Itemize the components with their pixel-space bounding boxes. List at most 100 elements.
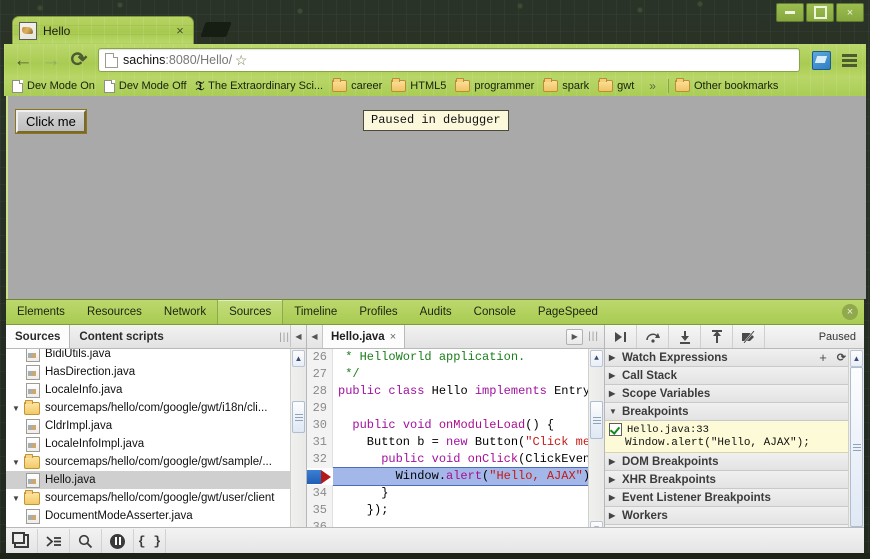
tab-sources-list[interactable]: Sources (6, 325, 71, 348)
scrollbar-thumb[interactable] (590, 401, 603, 439)
folder-icon (332, 78, 348, 92)
forward-icon[interactable]: → (38, 47, 64, 73)
maximize-button[interactable] (806, 3, 834, 22)
other-bookmarks-item[interactable]: Other bookmarks (673, 78, 785, 92)
scrollbar-thumb[interactable] (850, 367, 863, 527)
tab-sources[interactable]: Sources (217, 300, 284, 324)
more-tabs-icon[interactable]: ▶ (566, 328, 584, 345)
editor-vertical-scrollbar[interactable]: ▲ ▼ (588, 349, 604, 539)
address-bar[interactable]: sachins:8080/Hello/ ☆ (98, 48, 800, 72)
chevron-down-icon: ▼ (609, 407, 617, 416)
tab-audits[interactable]: Audits (409, 300, 463, 324)
bookmark-label: The Extraordinary Sci... (208, 80, 324, 92)
chevron-down-icon[interactable]: ▼ (12, 404, 24, 413)
tab-elements[interactable]: Elements (6, 300, 76, 324)
tab-pagespeed[interactable]: PageSpeed (527, 300, 609, 324)
pretty-print-icon[interactable]: { } (134, 528, 166, 554)
chrome-menu-icon[interactable] (838, 49, 860, 71)
bookmark-item[interactable]: Dev Mode Off (102, 79, 194, 93)
reload-icon[interactable]: ⟳ (66, 47, 92, 73)
close-icon[interactable]: × (390, 331, 396, 343)
search-icon[interactable] (70, 528, 102, 554)
step-over-next-call-icon[interactable] (637, 325, 669, 348)
tree-item-file[interactable]: DocumentModeAsserter.java (6, 507, 306, 525)
pause-on-exceptions-icon[interactable] (102, 528, 134, 554)
section-watch-expressions[interactable]: ▶ Watch Expressions + ⟳ (605, 349, 864, 367)
close-icon[interactable]: × (173, 24, 187, 38)
section-breakpoints[interactable]: ▼ Breakpoints (605, 403, 864, 421)
tree-item-file-hello-java[interactable]: Hello.java (6, 471, 306, 489)
step-out-of-function-icon[interactable] (701, 325, 733, 348)
tab-network[interactable]: Network (153, 300, 217, 324)
tab-console[interactable]: Console (463, 300, 527, 324)
close-devtools-icon[interactable]: × (842, 304, 858, 320)
editor-tab-hello-java[interactable]: Hello.java × (323, 325, 406, 348)
click-me-button[interactable]: Click me (15, 109, 87, 134)
close-window-button[interactable]: × (836, 3, 864, 22)
section-call-stack[interactable]: ▶ Call Stack (605, 367, 864, 385)
bookmark-star-icon[interactable]: ☆ (232, 52, 250, 69)
page-info-icon[interactable] (105, 52, 118, 68)
tree-item-file[interactable]: BidiUtils.java (6, 349, 306, 363)
resize-grip-icon[interactable]: ||| (588, 331, 599, 342)
chevron-down-icon[interactable]: ▼ (12, 458, 24, 467)
tree-item-file[interactable]: CldrImpl.java (6, 417, 306, 435)
section-label: Scope Variables (622, 387, 711, 400)
step-into-next-call-icon[interactable] (669, 325, 701, 348)
bookmark-item[interactable]: spark (541, 78, 596, 92)
breakpoint-checkbox[interactable] (609, 423, 622, 436)
collapse-navigator-icon[interactable]: ◀ (290, 325, 306, 347)
dock-to-main-window-icon[interactable] (6, 528, 38, 554)
scroll-up-icon[interactable]: ▲ (850, 350, 863, 367)
scrollbar-thumb[interactable] (292, 401, 305, 433)
tab-content-scripts[interactable]: Content scripts (70, 325, 172, 348)
show-console-drawer-icon[interactable] (38, 528, 70, 554)
bookmark-item[interactable]: career (330, 78, 389, 92)
line-text: } (338, 486, 389, 500)
bookmark-item[interactable]: Dev Mode On (10, 79, 102, 93)
breakpoint-marker-icon[interactable] (307, 469, 338, 484)
tree-item-folder[interactable]: ▼ sourcemaps/hello/com/google/gwt/user/cl… (6, 489, 306, 507)
resize-grip-icon[interactable]: ||| (279, 332, 290, 343)
back-icon[interactable]: ← (10, 47, 36, 73)
section-xhr-breakpoints[interactable]: ▶ XHR Breakpoints + (605, 471, 864, 489)
section-label: Watch Expressions (622, 351, 728, 364)
chevron-down-icon[interactable]: ▼ (12, 494, 24, 503)
debugger-scrollbar[interactable]: ▲ ▼ (848, 349, 864, 554)
tree-item-file[interactable]: HasDirection.java (6, 363, 306, 381)
bookmark-item[interactable]: 𝔗 The Extraordinary Sci... (194, 78, 331, 94)
bookmark-label: spark (562, 80, 590, 92)
tab-profiles[interactable]: Profiles (348, 300, 408, 324)
tab-timeline[interactable]: Timeline (283, 300, 348, 324)
tree-item-label: LocaleInfo.java (45, 384, 123, 396)
chevron-right-icon: ▶ (609, 511, 616, 520)
browser-tab-hello[interactable]: Hello × (12, 16, 194, 44)
expand-navigator-icon[interactable]: ◀ (307, 325, 323, 348)
minimize-button[interactable] (776, 3, 804, 22)
navigator-scrollbar[interactable]: ▲ ▼ (290, 349, 306, 554)
section-dom-breakpoints[interactable]: ▶ DOM Breakpoints (605, 453, 864, 471)
tree-item-file[interactable]: LocaleInfo.java (6, 381, 306, 399)
bookmark-item[interactable]: HTML5 (389, 78, 453, 92)
new-tab-button[interactable] (200, 22, 232, 37)
bookmarks-overflow-icon[interactable]: » (641, 79, 664, 93)
section-event-listener-breakpoints[interactable]: ▶ Event Listener Breakpoints (605, 489, 864, 507)
section-scope-variables[interactable]: ▶ Scope Variables (605, 385, 864, 403)
tree-item-folder[interactable]: ▼ sourcemaps/hello/com/google/gwt/i18n/cl… (6, 399, 306, 417)
resume-script-execution-icon[interactable] (605, 325, 637, 348)
favicon-icon (19, 21, 37, 40)
deactivate-breakpoints-icon[interactable] (733, 325, 765, 348)
breakpoint-list-item[interactable]: Hello.java:33 Window.alert("Hello, AJAX"… (605, 421, 864, 453)
code-editor[interactable]: 26 * HelloWorld application. 27 */ 28 pub… (307, 349, 604, 554)
bookmark-item[interactable]: gwt (596, 78, 641, 92)
scroll-up-icon[interactable]: ▲ (590, 350, 603, 367)
scroll-up-icon[interactable]: ▲ (292, 350, 305, 367)
extension-icon[interactable] (812, 50, 831, 70)
bookmark-item[interactable]: programmer (453, 78, 541, 92)
add-watch-expression-icon[interactable]: + (819, 350, 833, 365)
tab-resources[interactable]: Resources (76, 300, 153, 324)
tree-item-file[interactable]: LocaleInfoImpl.java (6, 435, 306, 453)
tree-item-folder[interactable]: ▼ sourcemaps/hello/com/google/gwt/sample/… (6, 453, 306, 471)
section-workers[interactable]: ▶ Workers (605, 507, 864, 525)
code-line: 34 } (307, 485, 604, 502)
